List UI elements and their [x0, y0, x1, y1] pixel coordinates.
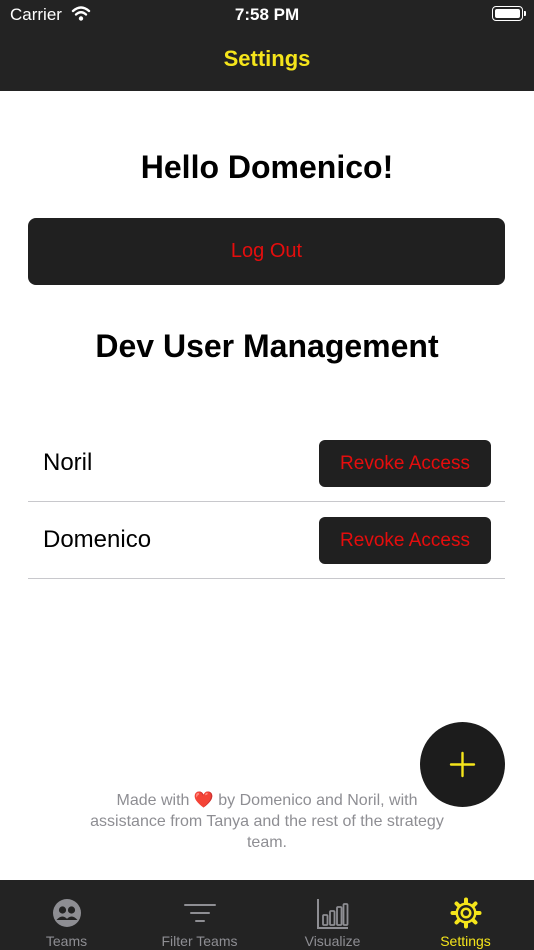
- logout-button[interactable]: Log Out: [28, 218, 505, 285]
- chart-icon: [316, 899, 348, 929]
- filter-icon: [183, 904, 216, 922]
- greeting-text: Hello Domenico!: [140, 149, 394, 185]
- plus-icon: [449, 751, 476, 778]
- status-time: 7:58 PM: [234, 5, 300, 24]
- tab-visualize[interactable]: Visualize: [266, 880, 399, 950]
- dev-management-title: Dev User Management: [95, 328, 439, 364]
- revoke-access-button[interactable]: Revoke Access: [319, 440, 491, 487]
- tab-label: Teams: [45, 933, 88, 949]
- user-row-noril: Noril Revoke Access: [28, 424, 505, 502]
- tab-filter-teams[interactable]: Filter Teams: [133, 880, 266, 950]
- credits-footer: Made with ❤️ by Domenico and Noril, with…: [80, 790, 454, 853]
- page-title: Settings: [223, 46, 311, 71]
- tab-label: Visualize: [304, 933, 361, 949]
- tab-label: Filter Teams: [161, 933, 238, 949]
- teams-icon: [52, 899, 81, 927]
- user-name: Noril: [43, 449, 93, 476]
- tab-teams[interactable]: Teams: [0, 880, 133, 950]
- battery-icon: [492, 6, 523, 21]
- battery-cap: [524, 11, 526, 16]
- status-bar: Carrier 7:58 PM: [0, 0, 534, 30]
- top-bar: Carrier 7:58 PM Settings: [0, 0, 534, 91]
- revoke-access-button[interactable]: Revoke Access: [319, 517, 491, 564]
- user-row-domenico: Domenico Revoke Access: [28, 501, 505, 579]
- gear-icon: [450, 897, 481, 929]
- user-name: Domenico: [43, 526, 152, 553]
- tab-label: Settings: [440, 933, 491, 949]
- tab-settings[interactable]: Settings: [399, 880, 532, 950]
- footer-text: Made with: [116, 792, 194, 809]
- heart-icon: ❤️: [193, 792, 214, 809]
- tab-bar: Teams Filter Teams Visualize Settings: [0, 880, 534, 950]
